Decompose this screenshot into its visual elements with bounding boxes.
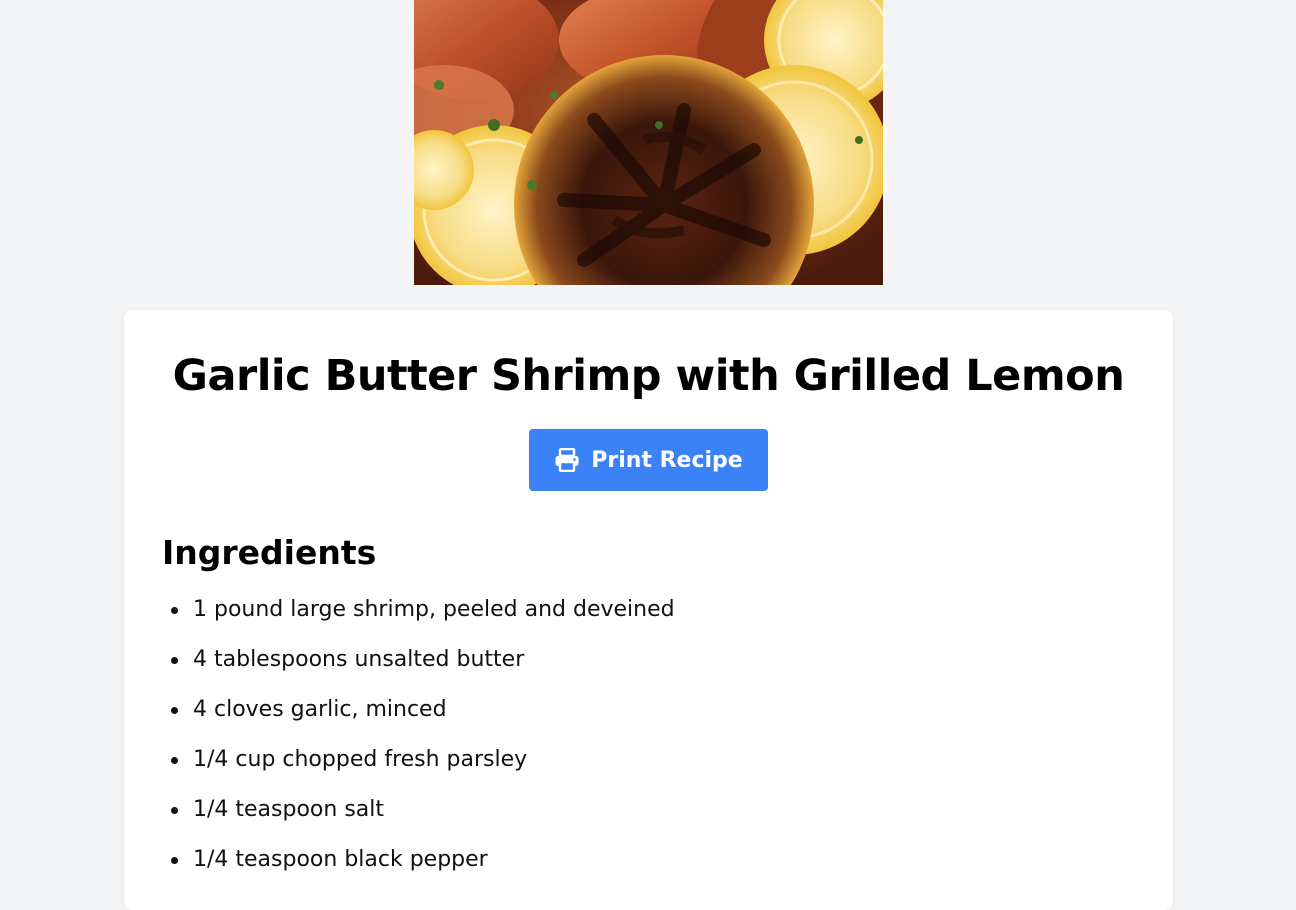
ingredient-item: 1/4 teaspoon salt (171, 785, 675, 835)
ingredients-heading: Ingredients (162, 533, 377, 572)
ingredient-item: 4 cloves garlic, minced (171, 685, 675, 735)
shrimp-lemon-photo (414, 0, 883, 285)
printer-icon (554, 448, 580, 472)
recipe-card: Garlic Butter Shrimp with Grilled Lemon … (124, 310, 1173, 910)
ingredient-item: 1/4 cup chopped fresh parsley (171, 735, 675, 785)
recipe-title: Garlic Butter Shrimp with Grilled Lemon (172, 351, 1125, 401)
print-recipe-label: Print Recipe (591, 447, 743, 473)
ingredients-list: 1 pound large shrimp, peeled and deveine… (162, 585, 675, 885)
ingredient-item: 1/4 teaspoon black pepper (171, 835, 675, 885)
print-recipe-button[interactable]: Print Recipe (529, 429, 768, 491)
ingredient-item: 1 pound large shrimp, peeled and deveine… (171, 585, 675, 635)
recipe-hero-image (414, 0, 883, 285)
ingredient-item: 4 tablespoons unsalted butter (171, 635, 675, 685)
